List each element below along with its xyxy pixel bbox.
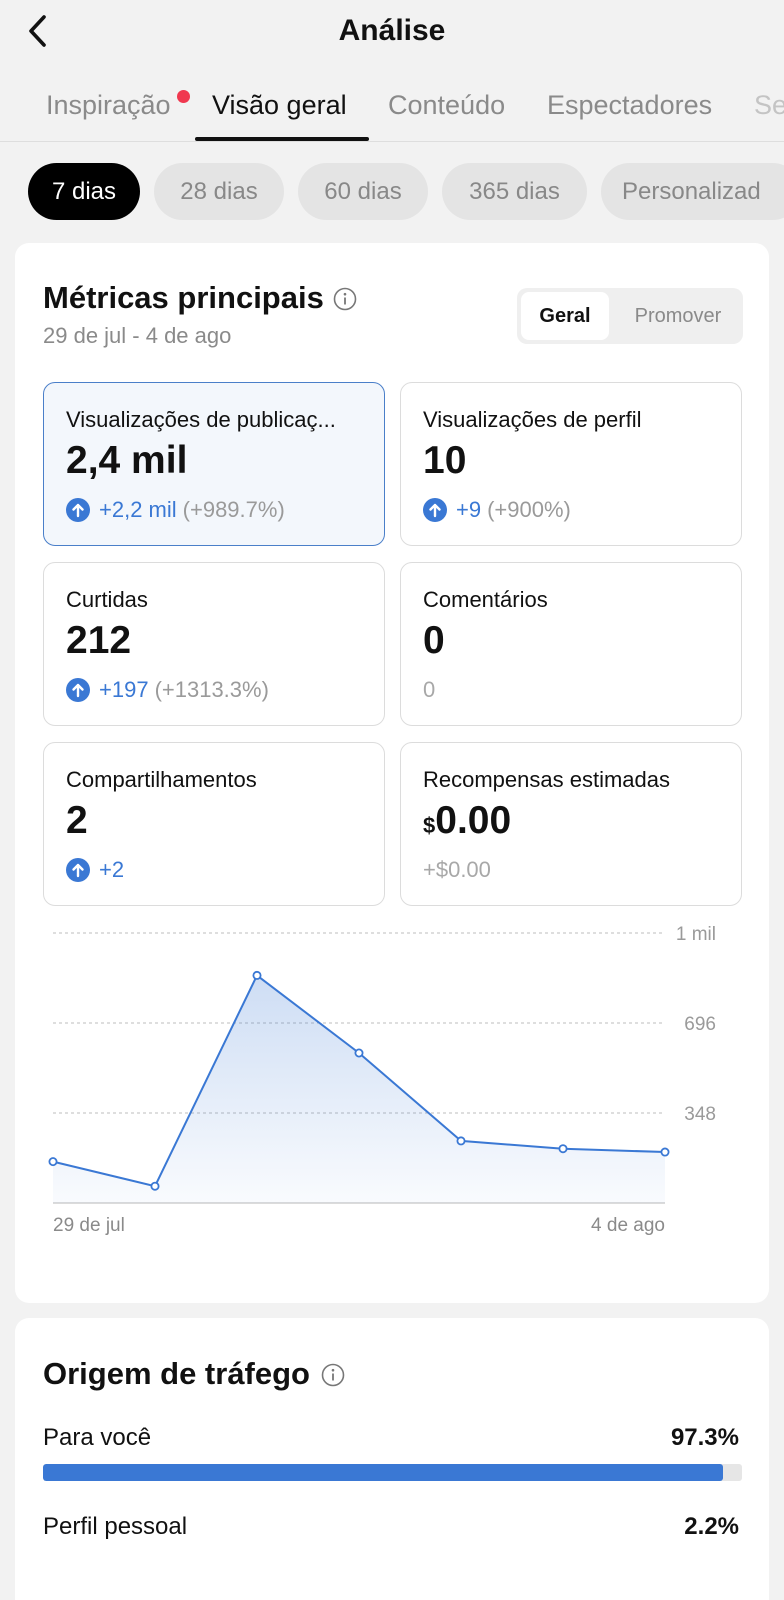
top-bar: Análise	[0, 0, 784, 62]
period-selector: 7 dias 28 dias 60 dias 365 dias Personal…	[0, 163, 784, 221]
area-fill	[53, 975, 665, 1203]
info-icon[interactable]	[321, 1363, 345, 1387]
metrics-card: Métricas principais 29 de jul - 4 de ago…	[15, 243, 769, 1303]
traffic-title: Origem de tráfego	[43, 1356, 310, 1391]
post-views-chart: 348 696 1 mil 29 de jul 4 de ago	[48, 924, 716, 1236]
tab-visao-geral[interactable]: Visão geral	[212, 90, 347, 121]
tab-inspiracao[interactable]: Inspiração	[46, 90, 171, 121]
traffic-source-value: 97.3%	[670, 1424, 739, 1451]
y-tick-label: 1 mil	[676, 924, 716, 945]
data-point	[660, 1147, 670, 1157]
period-personalizado[interactable]: Personalizad	[601, 163, 784, 220]
data-point	[252, 970, 262, 980]
traffic-source-value: 2.2%	[684, 1513, 739, 1540]
traffic-card: Origem de tráfego Para você 97.3% Perfil…	[15, 1318, 769, 1600]
notification-dot	[177, 90, 190, 103]
y-tick-label: 696	[684, 1014, 716, 1035]
data-point	[558, 1144, 568, 1154]
data-point	[48, 1157, 58, 1167]
traffic-source-label: Para você	[43, 1424, 152, 1451]
x-tick-label: 4 de ago	[591, 1215, 665, 1236]
traffic-bar	[43, 1464, 742, 1481]
tab-espectadores[interactable]: Espectadores	[547, 90, 712, 121]
data-point	[150, 1181, 160, 1191]
period-28-dias[interactable]: 28 dias	[154, 163, 284, 220]
tab-bar: Inspiração Visão geral Conteúdo Espectad…	[0, 80, 784, 142]
active-tab-indicator	[195, 137, 369, 141]
tab-conteudo[interactable]: Conteúdo	[388, 90, 505, 121]
traffic-source-label: Perfil pessoal	[43, 1513, 188, 1540]
period-60-dias[interactable]: 60 dias	[298, 163, 428, 220]
page-title: Análise	[338, 14, 446, 47]
tab-overflow[interactable]: Se	[754, 90, 784, 121]
traffic-bar-fill	[43, 1464, 724, 1481]
period-365-dias[interactable]: 365 dias	[442, 163, 587, 220]
data-point	[456, 1136, 466, 1146]
x-tick-label: 29 de jul	[53, 1215, 125, 1236]
period-7-dias[interactable]: 7 dias	[28, 163, 140, 220]
y-tick-label: 348	[684, 1104, 716, 1125]
data-point	[354, 1048, 364, 1058]
